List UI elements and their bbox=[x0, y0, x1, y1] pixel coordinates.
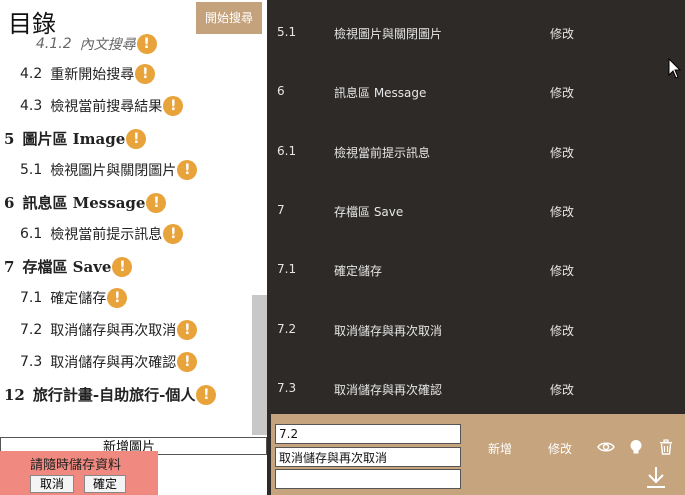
toc-item-label: 內文搜尋 bbox=[79, 37, 136, 53]
section-table: 5.1 檢視圖片與關閉圖片 修改 6 訊息區 Message 修改 6.1 檢視當前提示訊息修… bbox=[267, 0, 685, 414]
toc-item[interactable]: 7.3 取消儲存與再次確認! bbox=[20, 352, 198, 372]
toc-item-label: 圖片區 Image bbox=[22, 130, 126, 148]
toc-item-number: 5.1 bbox=[20, 162, 43, 178]
row-number: 6.1 bbox=[277, 143, 297, 158]
save-reminder-popup: 請隨時儲存資料 取消 確定 bbox=[0, 451, 158, 495]
warning-icon[interactable]: ! bbox=[163, 96, 184, 116]
toc-item[interactable]: 12 旅行計畫-自助旅行-個人! bbox=[4, 384, 217, 405]
toc-item[interactable]: 5.1 檢視圖片與關閉圖片! bbox=[20, 160, 198, 180]
toc-item[interactable]: 7.2 取消儲存與再次取消! bbox=[20, 320, 198, 340]
row-edit-button[interactable]: 修改 bbox=[550, 381, 574, 398]
toc-item-number: 7.3 bbox=[20, 354, 43, 370]
section-title-input[interactable] bbox=[275, 447, 461, 467]
popup-ok-button[interactable]: 確定 bbox=[84, 475, 126, 493]
toc-item[interactable]: 6 訊息區 Message! bbox=[4, 192, 167, 213]
toc-item-label: 重新開始搜尋 bbox=[50, 67, 135, 83]
toc-item-label: 檢視圖片與關閉圖片 bbox=[50, 163, 177, 179]
toc-item-label: 旅行計畫-自助旅行-個人 bbox=[32, 386, 196, 404]
row-title: 訊息區 Message bbox=[334, 86, 427, 101]
editor-divider bbox=[267, 414, 271, 495]
warning-icon[interactable]: ! bbox=[112, 256, 133, 277]
toc-item[interactable]: 4.1.2 內文搜尋! bbox=[36, 34, 157, 54]
toc-item-label: 確定儲存 bbox=[50, 291, 107, 307]
toc-item-number: 5 bbox=[4, 129, 15, 148]
toc-item-number: 7.1 bbox=[20, 290, 43, 306]
cursor-icon bbox=[668, 58, 682, 79]
row-number: 7 bbox=[277, 202, 285, 217]
table-row: 5.1 檢視圖片與關閉圖片 修改 bbox=[267, 7, 685, 66]
toc-item-label: 存檔區 Save bbox=[22, 258, 112, 276]
toc-scrollbar[interactable] bbox=[252, 295, 267, 435]
row-edit-button[interactable]: 修改 bbox=[550, 84, 574, 101]
bulb-icon[interactable] bbox=[627, 438, 645, 456]
row-title: 檢視圖片與關閉圖片 bbox=[334, 27, 443, 41]
warning-icon[interactable]: ! bbox=[126, 128, 147, 149]
table-row: 6.1 檢視當前提示訊息 修改 bbox=[267, 126, 685, 185]
row-title: 取消儲存與再次取消 bbox=[334, 323, 443, 338]
toc-item-number: 4.1.2 bbox=[36, 36, 72, 52]
popup-cancel-button[interactable]: 取消 bbox=[30, 475, 74, 493]
row-title: 檢視當前提示訊息 bbox=[334, 145, 431, 160]
edit-button[interactable]: 修改 bbox=[548, 440, 572, 457]
table-row: 7.2 取消儲存與再次取消 修改 bbox=[267, 304, 685, 363]
row-title: 存檔區 Save bbox=[334, 204, 404, 219]
warning-icon[interactable]: ! bbox=[135, 64, 156, 84]
table-row: 6 訊息區 Message 修改 bbox=[267, 66, 685, 125]
section-extra-input[interactable] bbox=[275, 469, 461, 489]
warning-icon[interactable]: ! bbox=[146, 192, 167, 213]
toc-item-label: 檢視當前搜尋結果 bbox=[50, 99, 163, 115]
toc-item-number: 4.3 bbox=[20, 98, 43, 114]
table-row: 7.1 確定儲存 修改 bbox=[267, 244, 685, 303]
download-icon[interactable] bbox=[645, 465, 667, 489]
warning-icon[interactable]: ! bbox=[177, 352, 198, 372]
warning-icon[interactable]: ! bbox=[163, 224, 184, 244]
row-edit-button[interactable]: 修改 bbox=[550, 262, 574, 279]
toc-panel: 目錄 開始搜尋 4.1.2 內文搜尋! 4.2 重新開始搜尋! 4.3 檢視當前搜尋結果!… bbox=[0, 0, 267, 495]
warning-icon[interactable]: ! bbox=[196, 384, 217, 405]
row-edit-button[interactable]: 修改 bbox=[550, 25, 574, 42]
row-title: 取消儲存與再次確認 bbox=[334, 382, 443, 397]
toc-item-label: 檢視當前提示訊息 bbox=[50, 227, 163, 243]
toc-item-number: 6 bbox=[4, 193, 15, 212]
trash-icon[interactable] bbox=[657, 438, 675, 456]
warning-icon[interactable]: ! bbox=[177, 160, 198, 180]
warning-icon[interactable]: ! bbox=[136, 34, 157, 54]
toc-item-number: 4.2 bbox=[20, 66, 43, 82]
row-number: 5.1 bbox=[277, 25, 297, 39]
row-number: 7.3 bbox=[277, 380, 297, 395]
row-title: 確定儲存 bbox=[334, 264, 383, 279]
toc-item[interactable]: 7.1 確定儲存! bbox=[20, 288, 128, 308]
row-edit-button[interactable]: 修改 bbox=[550, 322, 574, 339]
editor-bar: 新增 修改 bbox=[267, 414, 685, 495]
row-number: 7.2 bbox=[277, 321, 297, 336]
warning-icon[interactable]: ! bbox=[107, 288, 128, 308]
toc-item-label: 訊息區 Message bbox=[22, 194, 146, 212]
save-reminder-message: 請隨時儲存資料 bbox=[30, 458, 122, 473]
table-row: 7.3 取消儲存與再次確認 修改 bbox=[267, 363, 685, 414]
add-button[interactable]: 新增 bbox=[488, 440, 512, 457]
toc-item-number: 7.2 bbox=[20, 322, 43, 338]
toc-item-number: 12 bbox=[4, 385, 25, 404]
toc-item-label: 取消儲存與再次確認 bbox=[50, 355, 177, 371]
eye-icon[interactable] bbox=[597, 438, 615, 456]
section-number-input[interactable] bbox=[275, 424, 461, 444]
start-search-button[interactable]: 開始搜尋 bbox=[196, 2, 262, 34]
table-row: 7 存檔區 Save 修改 bbox=[267, 185, 685, 244]
row-edit-button[interactable]: 修改 bbox=[550, 203, 574, 220]
toc-item[interactable]: 6.1 檢視當前提示訊息! bbox=[20, 224, 184, 244]
toc-item-label: 取消儲存與再次取消 bbox=[50, 323, 177, 339]
toc-item[interactable]: 4.3 檢視當前搜尋結果! bbox=[20, 96, 184, 116]
toc-item-number: 7 bbox=[4, 257, 15, 276]
row-edit-button[interactable]: 修改 bbox=[550, 144, 574, 161]
toc-item-number: 6.1 bbox=[20, 226, 43, 242]
toc-item[interactable]: 7 存檔區 Save! bbox=[4, 256, 133, 277]
warning-icon[interactable]: ! bbox=[177, 320, 198, 340]
toc-item[interactable]: 5 圖片區 Image! bbox=[4, 128, 147, 149]
row-number: 7.1 bbox=[277, 262, 297, 277]
toc-item[interactable]: 4.2 重新開始搜尋! bbox=[20, 64, 156, 84]
row-number: 6 bbox=[277, 84, 285, 99]
